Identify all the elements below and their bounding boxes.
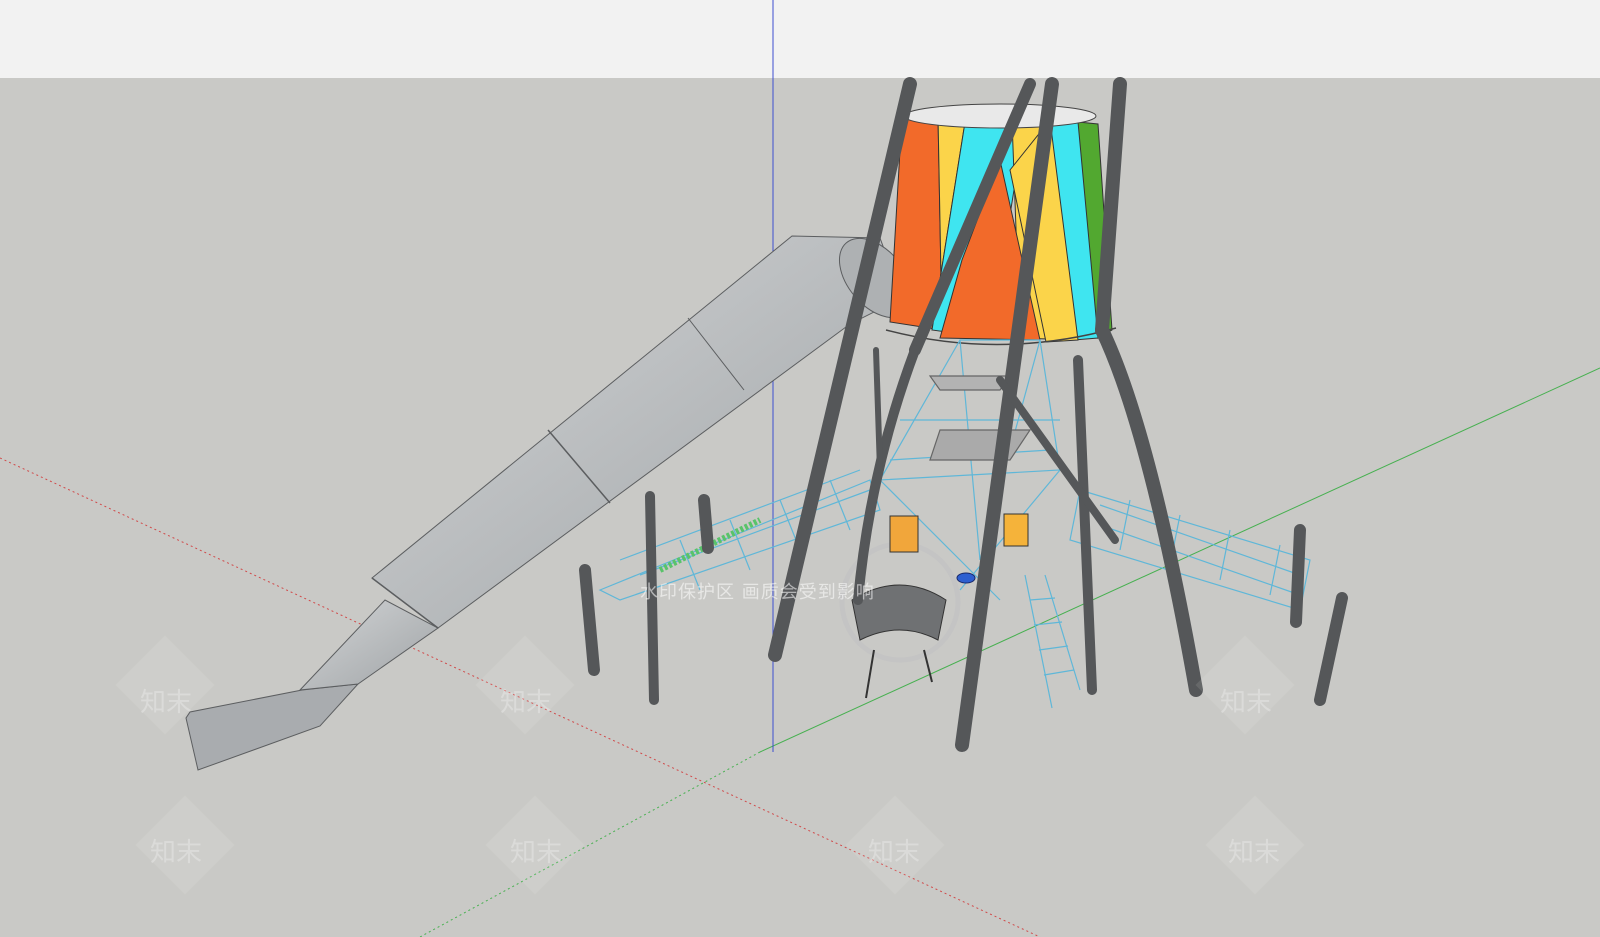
watermark-notice: 水印保护区 画质会受到影响 — [640, 582, 875, 603]
watermark-logo: 知末 — [140, 688, 193, 718]
modeling-viewport[interactable]: 知末 知末 知末 知末 知末 知末 知末 水印保护区 画质会受到影响 — [0, 0, 1600, 937]
watermark-logo: 知末 — [868, 838, 921, 868]
activity-panels[interactable] — [889, 513, 1029, 584]
watermark-logo: 知末 — [1228, 838, 1281, 868]
watermark-logo: 知末 — [1220, 688, 1273, 718]
axis-lines — [0, 0, 1600, 937]
playground-model[interactable] — [0, 0, 1600, 937]
rope-ladder[interactable] — [1024, 574, 1081, 709]
green-axis-dashed — [419, 751, 761, 937]
rope-net-right[interactable] — [1069, 489, 1311, 611]
watermark-logo: 知末 — [150, 838, 203, 868]
watermark-logo: 知末 — [500, 688, 553, 718]
watermark-logo: 知末 — [510, 838, 563, 868]
